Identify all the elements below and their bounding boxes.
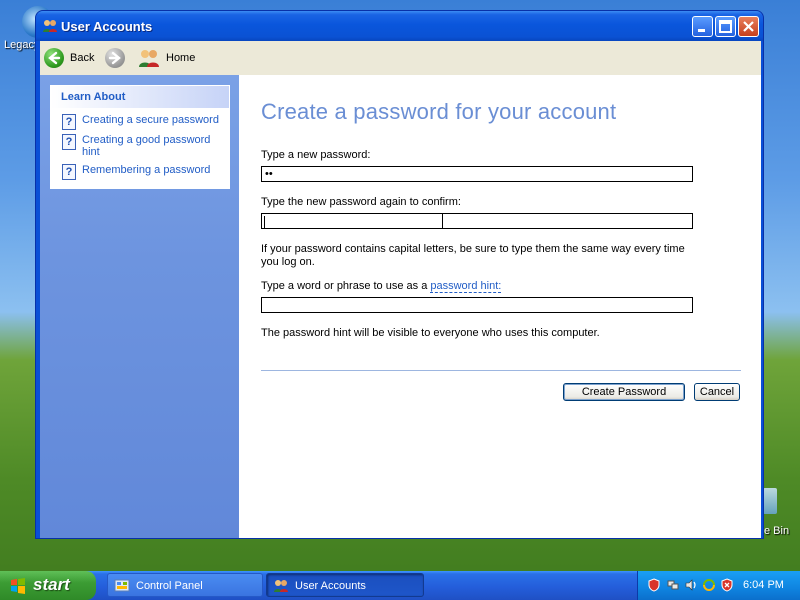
maximize-button[interactable]	[715, 16, 736, 37]
learn-link-label: Creating a good password hint	[82, 134, 211, 158]
password-form: Create a password for your account Type …	[261, 75, 761, 538]
help-icon: ?	[62, 114, 76, 130]
home-label: Home	[166, 52, 196, 64]
back-arrow-icon	[44, 48, 64, 68]
users-icon	[43, 20, 57, 32]
hint-label-text: Type a word or phrase to use as a	[261, 280, 431, 292]
task-pane: Learn About ? Creating a secure password…	[40, 75, 239, 538]
help-icon: ?	[62, 164, 76, 180]
capital-letters-note: If your password contains capital letter…	[261, 243, 685, 268]
taskbar: start Control Panel User Accounts 6:04 P…	[0, 571, 800, 600]
new-password-field[interactable]: ••	[261, 166, 693, 182]
help-icon: ?	[62, 134, 76, 150]
back-label: Back	[70, 52, 95, 64]
minimize-icon	[698, 29, 705, 32]
maximize-icon	[719, 20, 732, 33]
window-title: User Accounts	[61, 19, 153, 34]
close-icon	[743, 21, 754, 32]
create-password-button[interactable]: Create Password	[563, 383, 685, 401]
update-icon[interactable]	[702, 578, 716, 592]
back-button[interactable]: Back	[44, 46, 94, 70]
security-shield-icon[interactable]	[647, 578, 661, 592]
recycle-bin-icon[interactable]	[763, 488, 777, 514]
home-button[interactable]: Home	[138, 46, 195, 70]
control-panel-icon	[114, 579, 130, 592]
users-home-icon	[139, 50, 159, 67]
password-hint-label: Type a word or phrase to use as a passwo…	[261, 280, 502, 293]
desktop-icon-label-right[interactable]: e Bin	[764, 525, 789, 537]
text-caret	[264, 216, 265, 228]
page-title: Create a password for your account	[261, 99, 617, 124]
learn-about-box: Learn About ? Creating a secure password…	[50, 85, 230, 189]
forward-arrow-icon	[105, 48, 125, 68]
start-label: start	[33, 575, 70, 594]
learn-link-label: Creating a secure password	[82, 114, 219, 126]
forward-button[interactable]	[105, 46, 125, 70]
network-icon[interactable]	[666, 578, 680, 592]
volume-icon[interactable]	[684, 578, 698, 592]
confirm-password-field[interactable]	[261, 213, 693, 229]
close-button[interactable]	[738, 16, 759, 37]
learn-link-remembering[interactable]: ? Remembering a password	[62, 164, 210, 180]
task-label: Control Panel	[136, 580, 203, 592]
learn-link-label: Remembering a password	[82, 164, 211, 176]
taskbar-item-user-accounts[interactable]: User Accounts	[266, 573, 424, 597]
password-hint-link[interactable]: password hint:	[430, 280, 502, 293]
hint-visibility-note: The password hint will be visible to eve…	[261, 327, 600, 339]
learn-about-heading: Learn About	[51, 86, 229, 108]
start-button[interactable]: start	[0, 571, 96, 600]
taskbar-item-control-panel[interactable]: Control Panel	[107, 573, 263, 597]
confirm-password-label: Type the new password again to confirm:	[261, 196, 461, 208]
ibeam-cursor-icon	[442, 213, 443, 229]
task-label: User Accounts	[295, 580, 366, 592]
clock[interactable]: 6:04 PM	[743, 579, 784, 591]
new-password-label: Type a new password:	[261, 149, 371, 161]
learn-link-good-hint[interactable]: ? Creating a good password hint	[62, 134, 212, 158]
windows-flag-icon	[11, 578, 25, 594]
security-alert-icon[interactable]	[720, 578, 734, 592]
users-icon	[274, 580, 288, 592]
learn-link-secure-password[interactable]: ? Creating a secure password	[62, 114, 219, 130]
divider	[261, 370, 741, 371]
minimize-button[interactable]	[692, 16, 713, 37]
navigation-toolbar: Back Home	[40, 41, 761, 76]
password-hint-field[interactable]	[261, 297, 693, 313]
window-content: Learn About ? Creating a secure password…	[40, 75, 761, 538]
cancel-button[interactable]: Cancel	[694, 383, 740, 401]
title-bar[interactable]: User Accounts	[36, 11, 763, 41]
user-accounts-window: User Accounts Back Home Learn About ? Cr…	[35, 10, 764, 539]
